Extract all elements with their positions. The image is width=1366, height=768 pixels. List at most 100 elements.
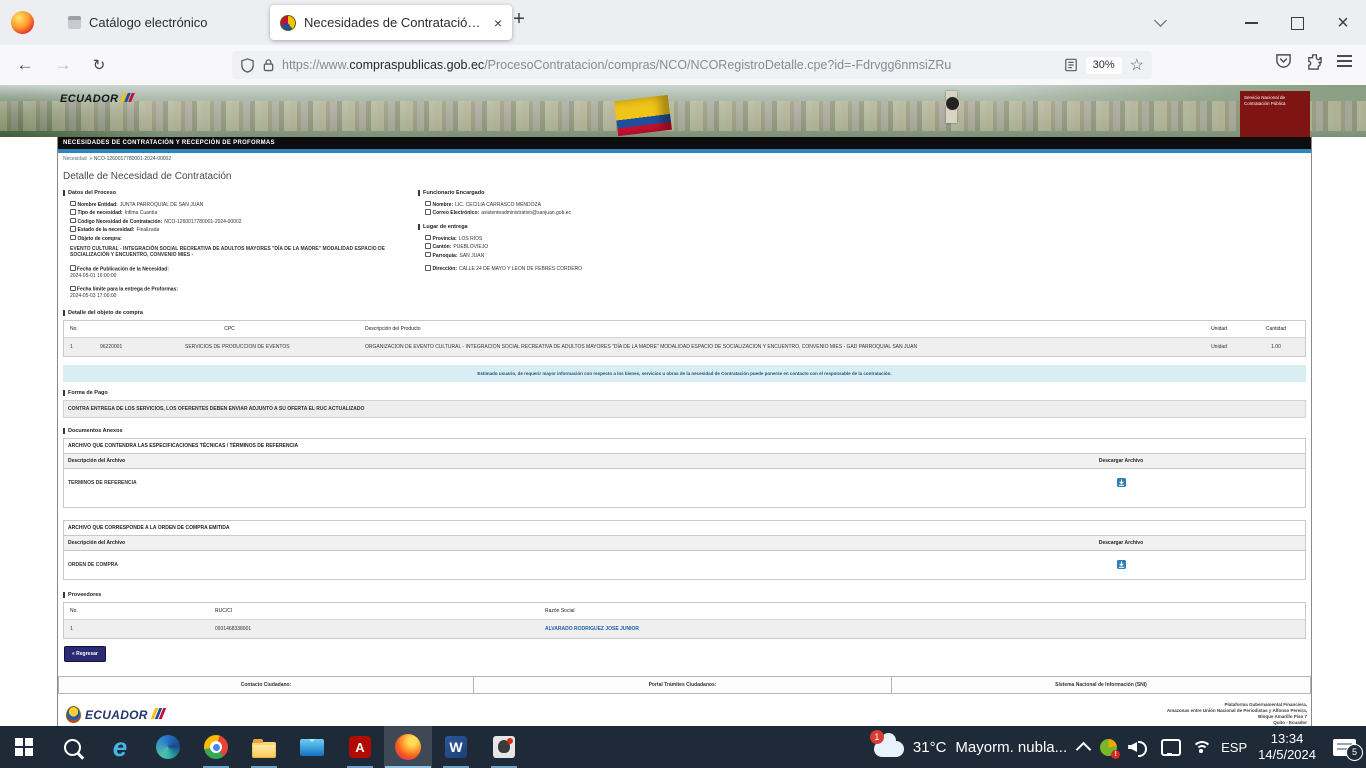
java-app-icon [493,736,515,758]
provider-name-link[interactable]: ALVARADO RODRIGUEZ JOSE JUNIOR [542,626,1302,632]
volume-icon[interactable] [1128,739,1150,755]
sercop-agency-box: Servicio Nacional de Contratación Públic… [1240,91,1310,137]
ecuador-gov-logo: ECUADOR [60,93,132,105]
chrome-button[interactable] [192,726,240,768]
weather-widget[interactable]: 1 31°C Mayorm. nubla... [874,737,1067,757]
province-row: Provincia: LOS RIOS [425,234,1306,243]
download-icon[interactable] [1117,478,1126,487]
calendar-icon [70,286,76,292]
mail-icon [300,739,324,756]
building-icon [70,201,76,207]
canton-row: Cantón: PUEBLOVIEJO [425,243,1306,252]
status-icon [70,226,76,232]
taskbar-clock[interactable]: 13:34 14/5/2024 [1258,731,1316,763]
tray-chevron-up-icon[interactable] [1076,742,1092,758]
language-indicator[interactable]: ESP [1221,740,1247,755]
restore-button[interactable] [1280,10,1314,36]
new-tab-button[interactable]: + [505,8,533,31]
extensions-puzzle-icon[interactable] [1306,53,1323,70]
payment-terms-box: CONTRA ENTREGA DE LOS SERVICIOS, LOS OFE… [63,400,1306,418]
tab-necesidades-contratacion[interactable]: Necesidades de Contratación y × [270,5,512,40]
section-title-lugar: Lugar de entrega [418,224,1306,230]
barcode-icon [70,218,76,224]
clock-date: 14/5/2024 [1258,747,1316,763]
lock-icon[interactable] [262,58,275,72]
ecuador-footer-logo: ECUADOR [66,706,164,724]
chrome-icon [204,735,228,759]
pin-icon [425,243,431,249]
purchase-detail-table: No. CPC Descripción del Producto Unidad … [63,320,1306,357]
detail-table-header: No. CPC Descripción del Producto Unidad … [64,321,1305,338]
purchase-object-text: EVENTO CULTURAL - INTEGRACIÓN SOCIAL REC… [70,246,415,259]
close-window-button[interactable]: × [1326,10,1360,36]
list-tabs-chevron-icon[interactable] [1156,16,1167,27]
back-button[interactable]: « Regresar [64,646,106,662]
edge-button[interactable] [144,726,192,768]
officer-name-row: Nombre: LIC. CECILIA CARRASCO MENDOZA [425,200,1306,209]
mail-button[interactable] [288,726,336,768]
minimize-button[interactable] [1234,10,1268,36]
firefox-button[interactable] [384,726,432,768]
process-columns: Datos del Proceso Nombre Entidad: JUNTA … [58,190,1311,300]
acrobat-button[interactable]: A [336,726,384,768]
envelope-icon [425,209,431,215]
footer-address: Plataforma Gubernamental Financiera, Ama… [1167,702,1307,727]
page-header-bar: NECESIDADES DE CONTRATACIÓN Y RECEPCIÓN … [58,137,1311,149]
officer-email-row: Correo Electrónico: asistenteadministrat… [425,209,1306,218]
taskbar-tray: 1 31°C Mayorm. nubla... ESP 13:34 14/5/2… [874,731,1366,763]
reload-icon[interactable]: ↻ [86,52,112,78]
detail-table-row: 1 96220001 SERVICIOS DE PRODUCCION DE EV… [64,338,1305,356]
taskbar-search-button[interactable] [48,726,96,768]
purchase-object-label-row: Objeto de compra: [70,234,418,243]
menu-hamburger-icon[interactable] [1337,52,1352,70]
cast-screen-icon[interactable] [1161,739,1181,756]
page-footer: ECUADOR Plataforma Gubernamental Financi… [58,694,1311,727]
internet-explorer-button[interactable]: e [96,726,144,768]
datos-del-proceso-section: Datos del Proceso Nombre Entidad: JUNTA … [63,190,418,300]
breadcrumb-label[interactable]: Necesidad [63,156,87,162]
bookmark-star-icon[interactable]: ☆ [1130,55,1144,75]
notification-center-icon[interactable]: 5 [1333,739,1356,756]
url-text[interactable]: https://www.compraspublicas.gob.ec/Proce… [282,58,1057,72]
section-title-documentos: Documentos Anexos [63,428,1311,434]
download-icon[interactable] [1117,560,1126,569]
edge-icon [156,735,180,759]
pin-icon [425,265,431,271]
footer-link-contacto[interactable]: Contacto Ciudadano: [59,677,474,693]
person-icon [425,201,431,207]
tab-close-icon[interactable]: × [494,15,502,31]
weather-temp: 31°C [913,739,947,756]
reader-view-icon[interactable] [1064,58,1078,72]
screen: Catálogo electrónico × Necesidades de Co… [0,0,1366,768]
footer-link-tramites[interactable]: Portal Trámites Ciudadanos: [474,677,892,693]
ecuador-crest-favicon-icon [280,15,296,31]
back-icon[interactable]: ← [12,52,38,78]
forward-icon[interactable]: → [50,52,76,78]
browser-titlebar: Catálogo electrónico × Necesidades de Co… [0,0,1366,45]
footer-links-bar: Contacto Ciudadano: Portal Trámites Ciud… [58,676,1311,694]
clock-face-icon [945,96,960,111]
zoom-level-badge[interactable]: 30% [1086,57,1122,74]
file-explorer-button[interactable] [240,726,288,768]
tab-catalogo-electronico[interactable]: Catálogo electrónico × [58,5,288,40]
java-app-button[interactable] [480,726,528,768]
pin-icon [425,252,431,258]
pocket-icon[interactable] [1275,53,1292,69]
file-explorer-icon [252,742,276,758]
page-title: Detalle de Necesidad de Contratación [63,171,1311,182]
address-bar[interactable]: https://www.compraspublicas.gob.ec/Proce… [232,51,1152,79]
start-button[interactable] [0,726,48,768]
footer-link-sni[interactable]: Sistema Nacional de Información (SNI) [892,677,1310,693]
wifi-icon[interactable] [1192,740,1210,754]
calendar-icon [70,265,76,271]
entity-row: Nombre Entidad: JUNTA PARROQUIAL DE SAN … [70,200,418,209]
document-box-header: ARCHIVO QUE CORRESPONDE A LA ORDEN DE CO… [64,521,1305,536]
antivirus-tray-icon[interactable] [1100,739,1117,756]
document-file-name: TERMINOS DE REFERENCIA [68,480,1036,486]
publication-date-block: Fecha de Publicación de la Necesidad: 20… [70,265,418,280]
flag-slashes-icon [152,706,164,724]
target-icon [70,235,76,241]
address-row: Dirección: CALLE 24 DE MAYO Y LEON DE FE… [425,265,1306,274]
word-button[interactable]: W [432,726,480,768]
shield-icon[interactable] [240,58,255,73]
